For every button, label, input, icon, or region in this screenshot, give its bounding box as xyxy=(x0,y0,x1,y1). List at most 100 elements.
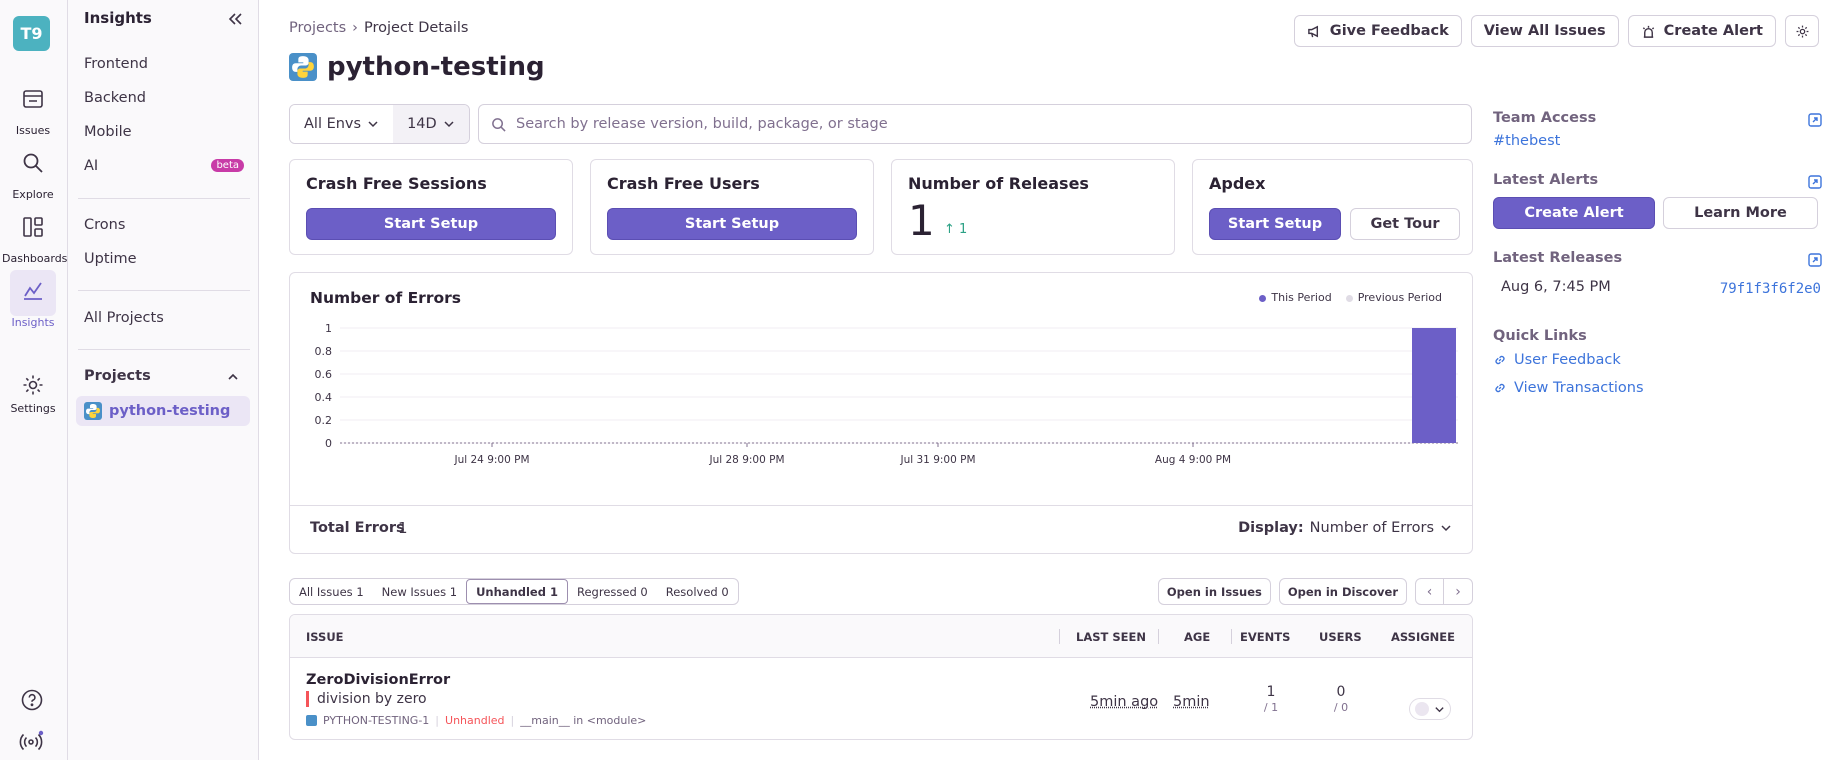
project-settings-button[interactable] xyxy=(1785,15,1819,47)
nav-issues-label: Issues xyxy=(15,124,51,137)
tab-regressed[interactable]: Regressed 0 xyxy=(568,579,657,604)
nav-explore[interactable]: Explore xyxy=(2,142,64,201)
projects-heading[interactable]: Projects xyxy=(84,368,151,384)
page-title: python-testing xyxy=(289,52,545,82)
column-age: AGE xyxy=(1184,630,1211,644)
y-tick-label: 0 xyxy=(325,437,332,450)
tab-resolved[interactable]: Resolved 0 xyxy=(657,579,738,604)
table-row[interactable]: ZeroDivisionError division by zero PYTHO… xyxy=(290,658,1472,739)
link-icon xyxy=(1495,355,1505,365)
y-tick-label: 0.4 xyxy=(315,391,333,404)
open-in-discover-button[interactable]: Open in Discover xyxy=(1278,578,1407,605)
quick-link-user-feedback[interactable]: User Feedback xyxy=(1493,352,1621,368)
collapse-sidebar-icon[interactable] xyxy=(226,10,244,28)
display-selector[interactable]: Display: Number of Errors xyxy=(1238,520,1452,536)
open-link-icon[interactable] xyxy=(1807,252,1823,268)
subnav-title: Insights xyxy=(84,9,152,27)
breadcrumb-projects[interactable]: Projects xyxy=(289,20,346,36)
active-project-label: python-testing xyxy=(109,403,231,419)
subnav-item-crons[interactable]: Crons xyxy=(84,217,250,233)
tab-unhandled[interactable]: Unhandled 1 xyxy=(466,579,568,604)
divider xyxy=(78,198,250,199)
divider xyxy=(1231,629,1232,644)
subnav-item-uptime[interactable]: Uptime xyxy=(84,251,250,267)
nav-settings[interactable]: Settings xyxy=(2,372,64,415)
chevron-left-icon[interactable]: ‹ xyxy=(1416,579,1444,604)
column-users: USERS xyxy=(1319,630,1362,644)
divider: | xyxy=(510,714,515,727)
start-setup-button[interactable]: Start Setup xyxy=(306,208,556,240)
subnav-item-backend[interactable]: Backend xyxy=(84,90,250,106)
create-alert-button[interactable]: Create Alert xyxy=(1493,197,1655,229)
pagination: ‹ › xyxy=(1415,578,1473,605)
users-total: / 0 xyxy=(1333,701,1349,714)
chevron-right-icon[interactable]: › xyxy=(1444,579,1472,604)
tab-label: All Issues xyxy=(299,584,353,599)
y-tick-label: 0.6 xyxy=(315,368,333,381)
open-link-icon[interactable] xyxy=(1807,112,1823,128)
latest-releases-heading: Latest Releases xyxy=(1493,250,1623,266)
issue-message: division by zero xyxy=(306,691,427,707)
megaphone-icon xyxy=(1307,25,1318,37)
tab-count: 1 xyxy=(356,584,364,599)
link-icon xyxy=(1495,383,1505,393)
tab-count: 1 xyxy=(549,584,558,599)
date-range-value: 14D xyxy=(407,116,437,132)
open-link-icon[interactable] xyxy=(1807,174,1823,190)
nav-dashboards-label: Dashboards xyxy=(2,252,68,265)
quick-link-view-transactions[interactable]: View Transactions xyxy=(1493,380,1644,396)
environment-value: All Envs xyxy=(304,116,362,132)
primary-sidebar: T9 Issues Explore Dashboards Insights Se… xyxy=(0,0,68,760)
tab-count: 0 xyxy=(721,584,729,599)
open-in-issues-button[interactable]: Open in Issues xyxy=(1157,578,1271,605)
events-total: / 1 xyxy=(1263,701,1279,714)
release-search-bar xyxy=(478,104,1472,144)
releases-delta-value: 1 xyxy=(959,222,968,237)
subnav-item-frontend[interactable]: Frontend xyxy=(84,56,250,72)
team-link[interactable]: #thebest xyxy=(1493,133,1560,149)
assignee-selector[interactable] xyxy=(1409,698,1451,720)
start-setup-button[interactable]: Start Setup xyxy=(1209,208,1341,240)
nav-issues[interactable]: Issues xyxy=(2,78,64,137)
card-title: Apdex xyxy=(1209,174,1266,193)
give-feedback-button[interactable]: Give Feedback xyxy=(1293,15,1462,47)
tab-all-issues[interactable]: All Issues 1 xyxy=(290,579,373,604)
tab-label: Regressed xyxy=(577,584,637,599)
tab-new-issues[interactable]: New Issues 1 xyxy=(373,579,466,604)
card-title: Crash Free Sessions xyxy=(306,174,487,193)
release-search-input[interactable] xyxy=(516,116,1446,132)
number-of-releases-card: Number of Releases 1 ↑ 1 xyxy=(891,159,1175,255)
get-tour-button[interactable]: Get Tour xyxy=(1350,208,1460,240)
bar xyxy=(853,442,897,443)
header-actions: Give Feedback View All Issues Create Ale… xyxy=(1293,15,1819,47)
release-version-link[interactable]: 79f1f3f6f2e0 xyxy=(1720,281,1821,297)
date-range-selector[interactable]: 14D xyxy=(393,105,469,143)
nav-dashboards[interactable]: Dashboards xyxy=(2,206,68,265)
events-value: 1 / 1 xyxy=(1246,684,1296,716)
broadcast-icon[interactable] xyxy=(19,730,45,754)
issue-short-id[interactable]: PYTHON-TESTING-1 xyxy=(323,714,429,727)
start-setup-button[interactable]: Start Setup xyxy=(607,208,857,240)
chevron-up-icon[interactable] xyxy=(226,370,240,384)
dashboard-icon xyxy=(23,216,43,237)
y-tick-label: 0.2 xyxy=(315,414,333,427)
view-all-issues-button[interactable]: View All Issues xyxy=(1470,15,1619,47)
last-seen-value: 5min ago xyxy=(1090,694,1159,710)
learn-more-button[interactable]: Learn More xyxy=(1663,197,1818,229)
help-icon[interactable] xyxy=(20,688,44,712)
org-avatar[interactable]: T9 xyxy=(13,16,50,51)
give-feedback-label: Give Feedback xyxy=(1329,23,1449,39)
subnav-item-mobile[interactable]: Mobile xyxy=(84,124,250,140)
environment-selector[interactable]: All Envs xyxy=(290,105,394,143)
bar xyxy=(613,442,657,443)
sidebar-item-python-testing[interactable]: python-testing xyxy=(76,396,250,426)
subnav-item-ai[interactable]: AI beta xyxy=(84,158,250,174)
bar xyxy=(374,442,418,443)
release-date: Aug 6, 7:45 PM xyxy=(1501,279,1611,295)
nav-insights[interactable]: Insights xyxy=(2,270,64,329)
card-title: Number of Releases xyxy=(908,174,1089,193)
issue-title[interactable]: ZeroDivisionError xyxy=(306,672,450,688)
create-alert-button[interactable]: Create Alert xyxy=(1627,15,1776,47)
x-tick-label: Jul 31 9:00 PM xyxy=(899,454,975,466)
subnav-item-all-projects[interactable]: All Projects xyxy=(84,310,250,326)
